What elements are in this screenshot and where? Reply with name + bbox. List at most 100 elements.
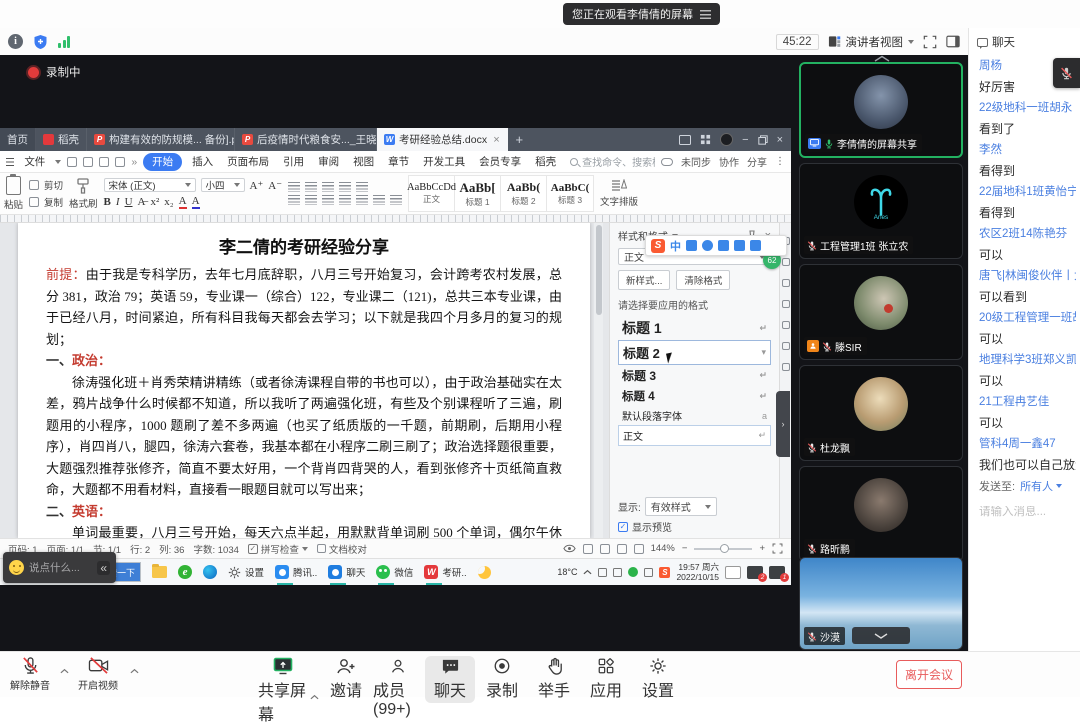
italic-button[interactable]: I: [116, 196, 120, 208]
style-item-default-font[interactable]: 默认段落字体a: [618, 406, 771, 425]
outdent-icon[interactable]: [322, 182, 334, 192]
notification-center-icon[interactable]: [725, 566, 741, 579]
clear-format-icon[interactable]: [356, 182, 368, 192]
meeting-info-icon[interactable]: i: [8, 34, 23, 49]
menu-page-layout[interactable]: 页面布局: [223, 153, 273, 170]
ime-mic-icon[interactable]: [734, 240, 745, 251]
font-size-select[interactable]: 小四: [201, 178, 245, 192]
shading-icon[interactable]: [373, 195, 385, 205]
security-shield-icon[interactable]: [33, 34, 48, 50]
settings-button[interactable]: 设置: [633, 656, 683, 701]
new-style-button[interactable]: 新样式...: [618, 270, 670, 290]
style-heading-1[interactable]: AaBb[标题 1: [455, 176, 501, 211]
style-item-body[interactable]: 正文↵: [618, 425, 771, 446]
strikethrough-button[interactable]: A̶: [138, 196, 146, 208]
ime-mode-indicator[interactable]: 中: [670, 238, 681, 254]
share-screen-button[interactable]: 共享屏幕: [258, 656, 308, 725]
view-mode-selector[interactable]: 演讲者视图: [828, 34, 915, 50]
menu-insert[interactable]: 插入: [188, 153, 217, 170]
save-icon[interactable]: [67, 157, 77, 167]
participant-tile[interactable]: 滕SIR: [799, 264, 963, 360]
rail-book-icon[interactable]: [782, 342, 790, 350]
ime-pen-icon[interactable]: [718, 240, 729, 251]
tab-docx-active[interactable]: W考研经验总结.docx×: [377, 128, 508, 151]
menu-home[interactable]: 开始: [143, 153, 182, 171]
usb-icon[interactable]: [644, 568, 653, 577]
document-proofing-button[interactable]: 文档校对: [317, 542, 367, 556]
sogou-ime-bar[interactable]: S 中: [645, 235, 787, 256]
collaborate-button[interactable]: 协作: [719, 154, 739, 169]
participant-tile[interactable]: Aries 工程管理1班 张立农: [799, 163, 963, 259]
rail-calendar-icon[interactable]: [782, 363, 790, 371]
user-avatar[interactable]: [720, 133, 733, 146]
taskbar-settings[interactable]: 设置: [228, 565, 264, 579]
collapsed-pane-handle[interactable]: ›: [776, 391, 790, 457]
style-item-heading1[interactable]: 标题 1↵: [618, 316, 771, 340]
meeting-chip-icon[interactable]: 2: [747, 566, 763, 579]
menu-docer[interactable]: 稻壳: [531, 153, 560, 170]
participant-tile-video[interactable]: 沙漠: [799, 557, 963, 650]
tab-docer[interactable]: 稻壳: [36, 128, 87, 151]
volume-icon[interactable]: [598, 568, 607, 577]
moon-app-icon[interactable]: [478, 566, 491, 579]
fit-page-icon[interactable]: [772, 543, 783, 554]
style-heading-2[interactable]: AaBb(标题 2: [501, 176, 547, 211]
tab-pdf-2[interactable]: P后疫情时代粮食安..._王晓梅.pdf: [235, 128, 377, 151]
caption-placeholder[interactable]: 说点什么...: [29, 560, 92, 575]
close-tab-icon[interactable]: ×: [493, 134, 499, 146]
restore-button[interactable]: [758, 135, 768, 145]
invite-button[interactable]: 邀请: [321, 656, 371, 701]
eye-protection-icon[interactable]: [563, 544, 576, 553]
justify-icon[interactable]: [339, 195, 351, 205]
zoom-slider-knob[interactable]: [720, 544, 729, 553]
menu-review[interactable]: 审阅: [314, 153, 343, 170]
copy-button[interactable]: 复制: [29, 195, 63, 209]
spell-check-toggle[interactable]: ✓拼写检查: [248, 542, 308, 556]
style-item-heading3[interactable]: 标题 3↵: [618, 365, 771, 386]
new-tab-button[interactable]: +: [508, 128, 532, 151]
paste-button[interactable]: 粘贴: [4, 176, 23, 211]
minimize-button[interactable]: −: [742, 134, 748, 146]
menu-member[interactable]: 会员专享: [475, 153, 525, 170]
clear-format-button[interactable]: 清除格式: [676, 270, 730, 290]
window-layout-icon[interactable]: [679, 135, 691, 145]
scrollbar-thumb[interactable]: [596, 225, 602, 315]
rail-slider-icon[interactable]: [782, 279, 790, 287]
page-view-icon[interactable]: [583, 544, 593, 554]
chat-message-list[interactable]: 周杨好厉害 22级地科一班胡永看到了 李然看得到 22届地科1班黄怡宁看得到 农…: [969, 54, 1080, 478]
side-panel-icon[interactable]: [946, 35, 960, 48]
style-item-heading4[interactable]: 标题 4↵: [618, 386, 771, 406]
more-icon[interactable]: »: [131, 156, 137, 168]
rail-help-icon[interactable]: [782, 300, 790, 308]
emoji-icon[interactable]: [9, 560, 24, 575]
style-item-heading2[interactable]: 标题 2▾: [618, 340, 771, 365]
command-search[interactable]: 查找命令、搜索模板: [570, 154, 655, 169]
text-layout-button[interactable]: 文字排版: [600, 194, 638, 208]
collapse-icon[interactable]: «: [97, 561, 110, 575]
format-painter-button[interactable]: 格式刷: [69, 178, 98, 210]
zoom-slider[interactable]: [694, 548, 752, 550]
undo-icon[interactable]: [115, 157, 125, 167]
align-left-icon[interactable]: [288, 195, 300, 205]
ime-punctuation-icon[interactable]: [686, 240, 697, 251]
highlight-color-button[interactable]: A: [179, 195, 187, 209]
participant-tile[interactable]: 杜龙飘: [799, 365, 963, 461]
barrage-caption-bar[interactable]: 说点什么... «: [3, 552, 116, 583]
edge-browser-icon[interactable]: [203, 565, 217, 579]
fullscreen-icon[interactable]: [923, 35, 937, 49]
internet-explorer-icon[interactable]: e: [178, 565, 192, 579]
apps-button[interactable]: 应用: [581, 656, 631, 701]
line-spacing-icon[interactable]: [356, 195, 368, 205]
menu-file[interactable]: 文件: [20, 153, 49, 170]
web-view-icon[interactable]: [617, 544, 627, 554]
subscript-button[interactable]: x₂: [164, 196, 173, 208]
taskbar-wps-doc[interactable]: W考研..: [424, 565, 466, 579]
bold-button[interactable]: B: [104, 196, 111, 208]
file-menu-icon[interactable]: [6, 158, 14, 166]
show-preview-checkbox[interactable]: ✓ 显示预览: [618, 519, 672, 534]
zoom-level[interactable]: 144%: [651, 543, 675, 554]
collapse-up-icon[interactable]: [873, 55, 891, 62]
taskbar-tencent-meeting[interactable]: 腾讯..: [275, 565, 317, 579]
more-menu-icon[interactable]: ⋮: [775, 156, 785, 167]
chat-message-input[interactable]: [979, 506, 1070, 518]
